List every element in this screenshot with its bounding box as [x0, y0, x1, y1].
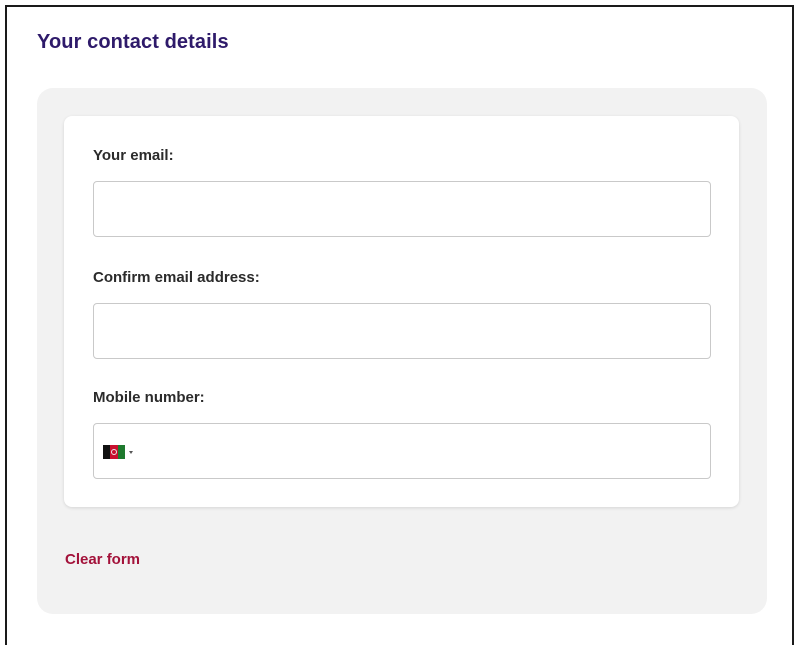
afghanistan-flag-icon [103, 445, 125, 459]
confirm-email-field[interactable] [93, 303, 711, 359]
mobile-number-input[interactable] [146, 424, 710, 480]
email-label: Your email: [93, 147, 174, 164]
section-title: Your contact details [37, 31, 229, 53]
country-code-selector[interactable] [103, 444, 133, 460]
mobile-number-field [93, 423, 711, 480]
mobile-label: Mobile number: [93, 389, 205, 406]
chevron-down-icon [129, 450, 133, 454]
flag-emblem [111, 449, 117, 455]
confirm-email-label: Confirm email address: [93, 269, 260, 286]
email-field[interactable] [93, 181, 711, 237]
contact-details-panel: Your email: Confirm email address: Mobil… [37, 88, 767, 614]
contact-form-card: Your email: Confirm email address: Mobil… [64, 116, 739, 507]
clear-form-link[interactable]: Clear form [65, 551, 140, 568]
